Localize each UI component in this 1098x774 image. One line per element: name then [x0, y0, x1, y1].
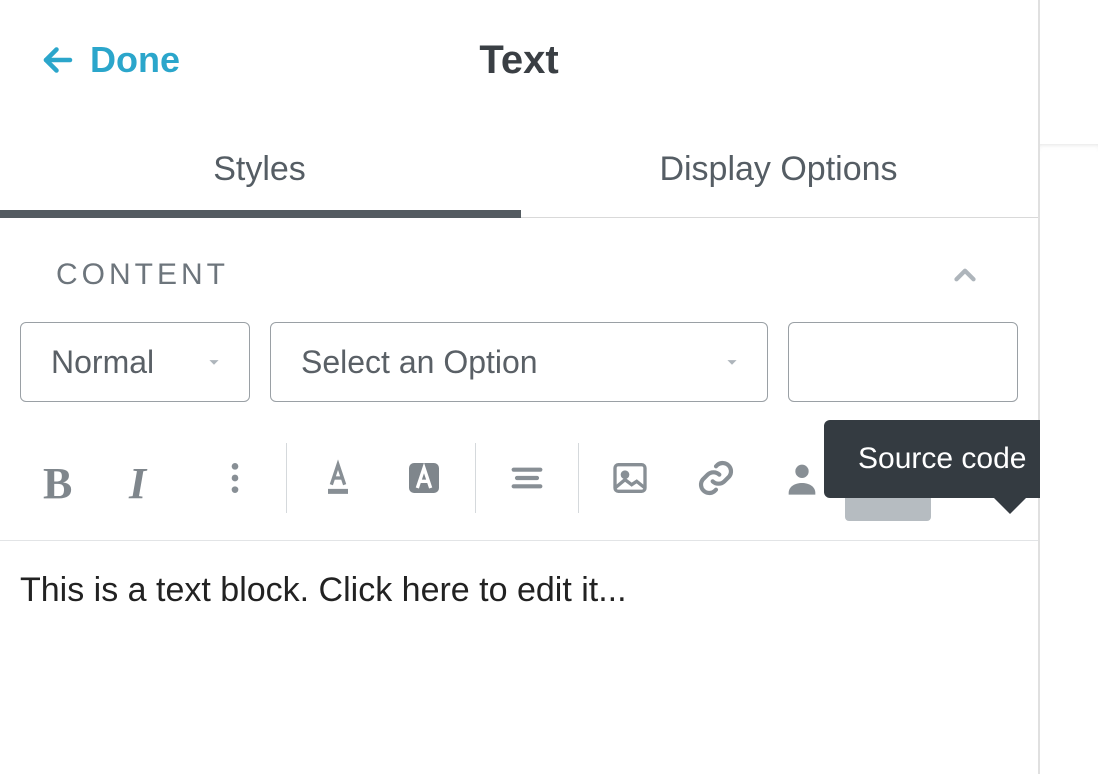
source-code-button[interactable]	[845, 435, 931, 521]
bold-button[interactable]: B	[20, 435, 106, 521]
tab-display-options-label: Display Options	[659, 150, 897, 188]
text-style-select[interactable]: Normal	[20, 322, 250, 402]
text-style-value: Normal	[51, 344, 154, 381]
done-button[interactable]: Done	[40, 39, 180, 81]
background-color-icon	[404, 458, 444, 498]
more-vertical-icon	[215, 458, 255, 498]
code-icon	[868, 458, 908, 498]
panel-title: Text	[479, 38, 558, 83]
option-select[interactable]: Select an Option	[270, 322, 768, 402]
caret-down-icon	[721, 351, 743, 373]
caret-down-icon	[203, 351, 225, 373]
toolbar-divider	[475, 443, 476, 513]
insert-link-button[interactable]	[673, 435, 759, 521]
text-color-icon	[318, 458, 358, 498]
image-icon	[610, 458, 650, 498]
italic-button[interactable]: I	[106, 435, 192, 521]
background-color-button[interactable]	[381, 435, 467, 521]
done-label: Done	[90, 39, 180, 81]
panel-header: Done Text	[0, 0, 1038, 120]
more-formatting-button[interactable]	[192, 435, 278, 521]
toolbar-divider	[578, 443, 579, 513]
bold-icon: B	[43, 458, 83, 498]
tabs-bar: Styles Display Options	[0, 120, 1038, 218]
option-select-value: Select an Option	[301, 344, 538, 381]
italic-icon: I	[129, 458, 169, 498]
content-section-header[interactable]: CONTENT	[0, 218, 1038, 322]
tab-styles[interactable]: Styles	[0, 120, 519, 217]
text-editor-panel: Done Text Styles Display Options CONTENT…	[0, 0, 1040, 774]
insert-user-button[interactable]	[759, 435, 845, 521]
arrow-left-icon	[40, 42, 76, 78]
insert-image-button[interactable]	[587, 435, 673, 521]
outer-blank-area	[1040, 0, 1098, 774]
tab-display-options[interactable]: Display Options	[519, 120, 1038, 217]
user-icon	[782, 458, 822, 498]
toolbar-divider	[286, 443, 287, 513]
align-icon	[507, 458, 547, 498]
formatting-toolbar: B I	[0, 428, 1038, 528]
text-color-button[interactable]	[295, 435, 381, 521]
align-button[interactable]	[484, 435, 570, 521]
link-icon	[696, 458, 736, 498]
select-row: Normal Select an Option	[0, 322, 1038, 428]
extra-select[interactable]	[788, 322, 1018, 402]
chevron-up-icon	[948, 258, 982, 292]
text-editor-body[interactable]: This is a text block. Click here to edit…	[0, 541, 1038, 661]
tab-styles-label: Styles	[213, 150, 306, 188]
content-section-label: CONTENT	[56, 258, 229, 292]
